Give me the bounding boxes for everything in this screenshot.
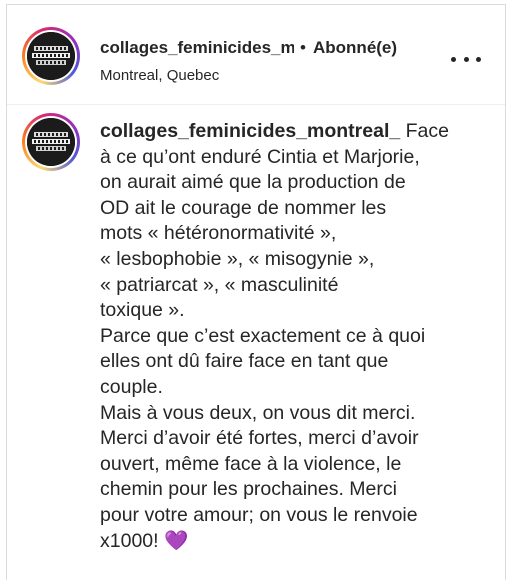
profile-avatar[interactable]	[22, 27, 80, 85]
comment-line: pour votre amour; on vous le renvoie	[100, 503, 418, 526]
more-dot	[451, 56, 456, 62]
comment-line: Mais à vous deux, on vous dit merci.	[100, 401, 416, 424]
comment-text: collages_feminicides_montreal_ Face à ce…	[100, 119, 482, 554]
comment-line: elles ont dû faire face en tant que	[100, 350, 389, 373]
separator-dot: •	[300, 38, 306, 57]
post-header: collages_feminicides_montreal_ • Abonné(…	[7, 5, 505, 105]
comment-line: « patriarcat », « masculinité	[100, 273, 339, 296]
comment-line: couple.	[100, 375, 163, 398]
comment-line: ouvert, même face à la violence, le	[100, 452, 402, 475]
follow-status-button[interactable]: Abonné(e)	[313, 38, 397, 58]
comment-line: mots « hétéronormativité »,	[100, 222, 337, 245]
comment-author-username[interactable]: collages_feminicides_montreal_	[100, 120, 400, 142]
header-username[interactable]: collages_feminicides_montreal_	[100, 38, 294, 58]
comment-line: Parce que c’est exactement ce à quoi	[100, 324, 426, 347]
collages-feminicides-logo-icon	[27, 32, 75, 80]
comment-first-line: collages_feminicides_montreal_ Face	[100, 119, 482, 145]
more-dot	[463, 56, 469, 62]
comment-line: à ce qu’ont enduré Cintia et Marjorie,	[100, 145, 420, 168]
comment-line: Merci d’avoir été fortes, merci d’avoir	[100, 427, 419, 450]
collages-feminicides-logo-icon	[27, 118, 75, 166]
comment-line: « lesbophobie », « misogynie »,	[100, 247, 375, 270]
comment-line: toxique ».	[100, 299, 185, 322]
comment-last-line: x1000! 💜	[100, 529, 482, 555]
more-options-icon[interactable]	[451, 49, 481, 69]
more-dot	[476, 56, 481, 62]
purple-heart-icon: 💜	[163, 529, 189, 552]
comment-last-line-text: x1000!	[100, 529, 164, 552]
comment-first-line-text: Face	[400, 120, 449, 142]
post-location[interactable]: Montreal, Quebec	[100, 67, 219, 84]
comment-line: chemin pour les prochaines. Merci	[100, 478, 397, 501]
comment-line: OD ait le courage de nommer les	[100, 196, 387, 219]
comment-author-avatar[interactable]	[22, 113, 80, 171]
post-panel: collages_feminicides_montreal_ • Abonné(…	[6, 4, 506, 580]
comment-line: on aurait aimé que la production de	[100, 171, 406, 194]
